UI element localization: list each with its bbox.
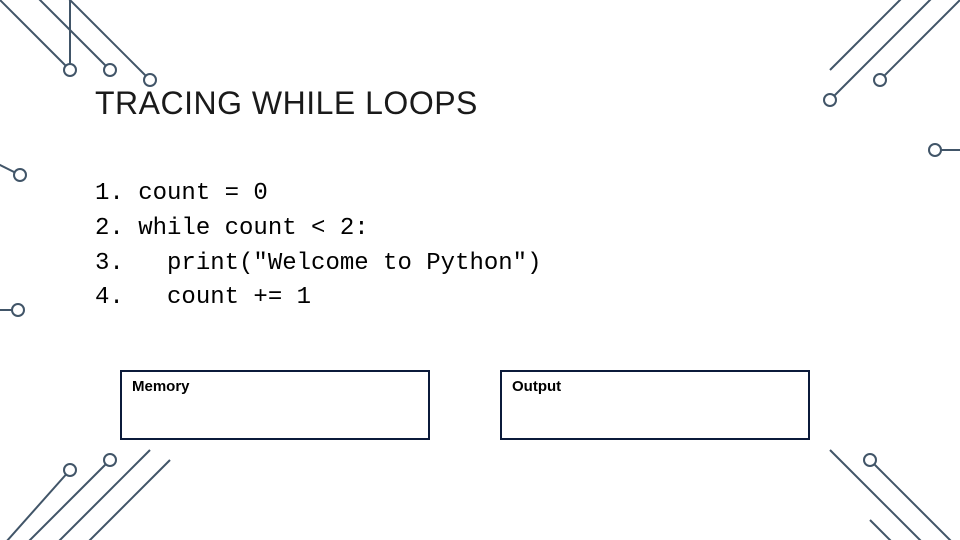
code-line: 4. count += 1 [95,281,900,316]
code-line: 3. print("Welcome to Python") [95,247,900,282]
trace-boxes: Memory Output [120,370,810,440]
line-number: 3. [95,247,124,282]
code-line: 2. while count < 2: [95,212,900,247]
code-text: count += 1 [124,284,311,311]
line-number: 4. [95,281,124,316]
slide-title: TRACING WHILE LOOPS [95,85,900,122]
code-line: 1. count = 0 [95,177,900,212]
memory-label: Memory [132,378,418,395]
slide-content: TRACING WHILE LOOPS 1. count = 0 2. whil… [95,85,900,316]
code-text: count = 0 [124,180,268,207]
line-number: 1. [95,177,124,212]
output-label: Output [512,378,798,395]
memory-box: Memory [120,370,430,440]
code-text: while count < 2: [124,215,369,242]
line-number: 2. [95,212,124,247]
code-text: print("Welcome to Python") [124,250,542,277]
output-box: Output [500,370,810,440]
code-block: 1. count = 0 2. while count < 2: 3. prin… [95,177,900,316]
